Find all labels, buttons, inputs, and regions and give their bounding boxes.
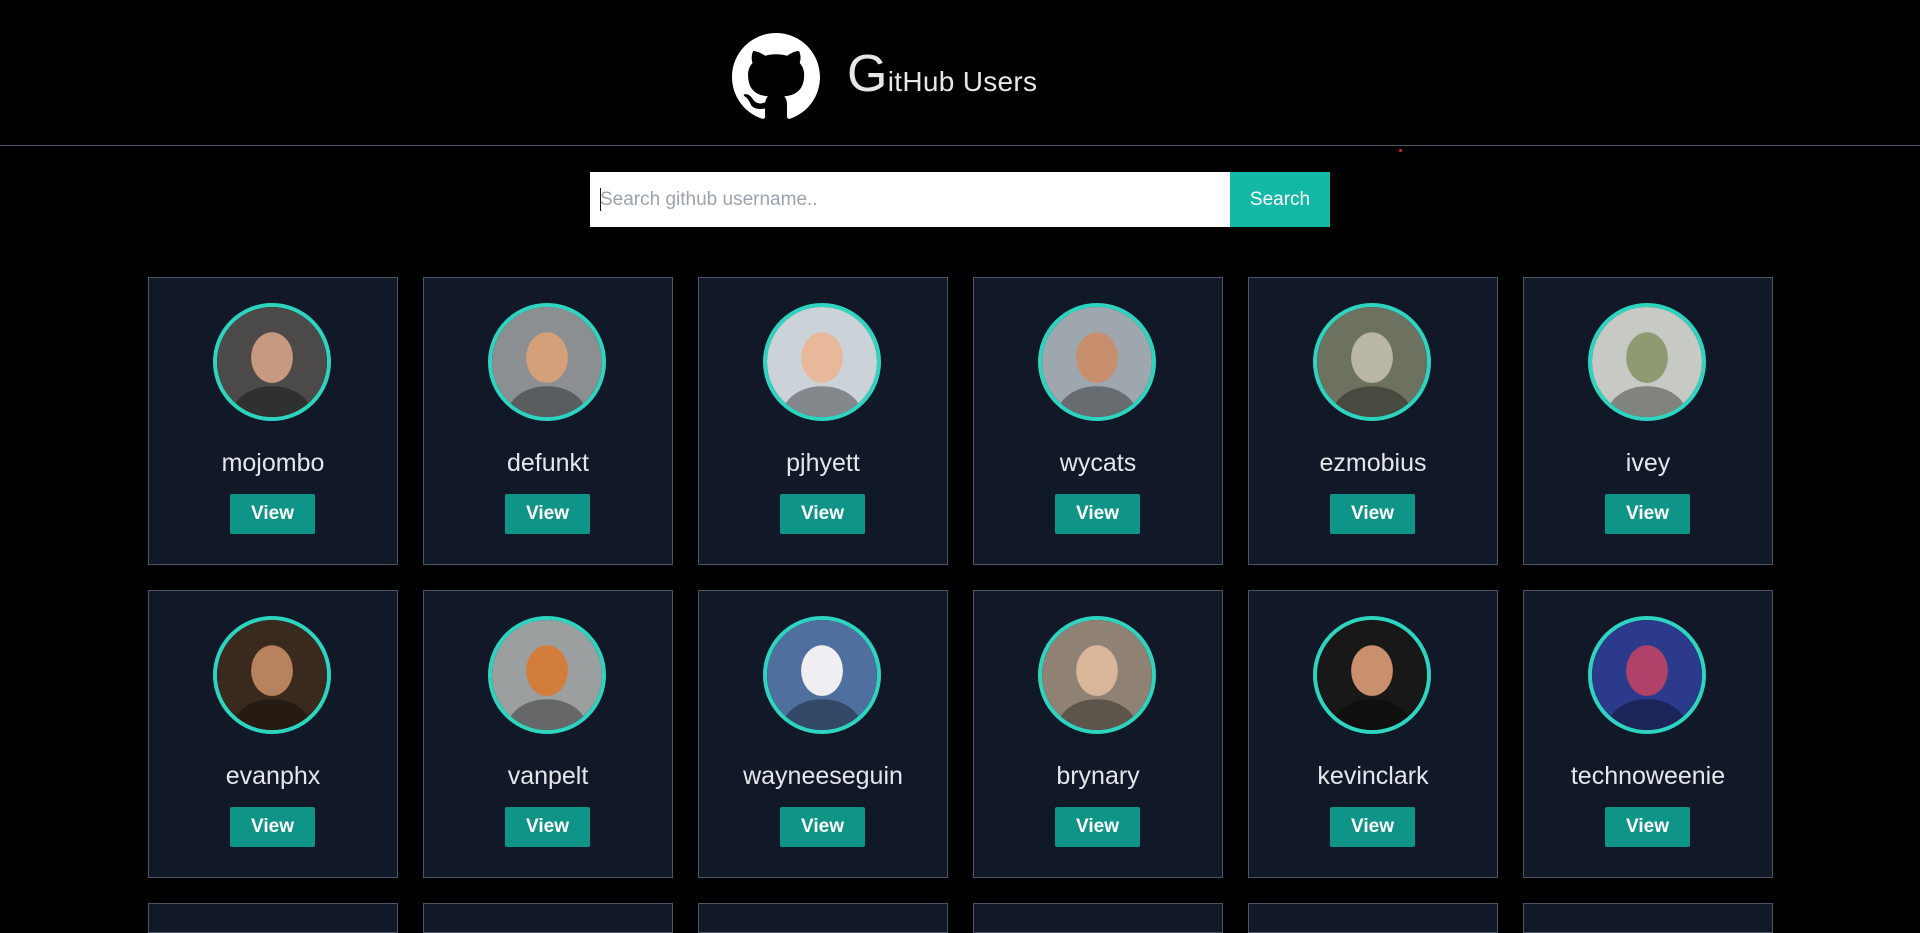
avatar-image <box>767 307 877 417</box>
avatar-image <box>492 307 602 417</box>
user-card-partial <box>973 903 1223 933</box>
avatar[interactable] <box>1313 303 1431 421</box>
username: ivey <box>1625 449 1671 477</box>
username: brynary <box>1056 762 1140 790</box>
view-button[interactable]: View <box>780 494 865 534</box>
user-card-partial <box>1248 903 1498 933</box>
user-card: kevinclark View <box>1248 590 1498 878</box>
avatar[interactable] <box>1313 616 1431 734</box>
user-card: evanphx View <box>148 590 398 878</box>
username: kevinclark <box>1317 762 1429 790</box>
avatar[interactable] <box>213 303 331 421</box>
avatar[interactable] <box>1588 303 1706 421</box>
view-button[interactable]: View <box>1055 494 1140 534</box>
search-button[interactable]: Search <box>1230 172 1330 227</box>
user-grid: mojombo View defunkt View pjhyett View w… <box>148 277 1773 878</box>
user-card: brynary View <box>973 590 1223 878</box>
user-card: defunkt View <box>423 277 673 565</box>
search-bar: Search <box>590 172 1330 227</box>
view-button[interactable]: View <box>1330 494 1415 534</box>
avatar-image <box>217 307 327 417</box>
title-initial: G <box>847 45 888 103</box>
search-input-wrapper <box>590 172 1230 227</box>
username: defunkt <box>506 449 589 477</box>
user-card-partial <box>698 903 948 933</box>
user-card-partial <box>423 903 673 933</box>
avatar-image <box>1317 620 1427 730</box>
user-card-partial <box>1523 903 1773 933</box>
view-button[interactable]: View <box>1055 807 1140 847</box>
avatar-image <box>1592 307 1702 417</box>
decorative-dot <box>1399 149 1402 152</box>
avatar[interactable] <box>488 616 606 734</box>
username: mojombo <box>221 449 325 477</box>
avatar[interactable] <box>763 616 881 734</box>
avatar-image <box>1592 620 1702 730</box>
username: vanpelt <box>507 762 589 790</box>
view-button[interactable]: View <box>505 494 590 534</box>
user-card: mojombo View <box>148 277 398 565</box>
app-title: GitHub Users <box>847 44 1037 104</box>
view-button[interactable]: View <box>505 807 590 847</box>
view-button[interactable]: View <box>1330 807 1415 847</box>
view-button[interactable]: View <box>780 807 865 847</box>
username: technoweenie <box>1570 762 1726 790</box>
username: ezmobius <box>1319 449 1427 477</box>
next-row-cards <box>148 903 1773 933</box>
avatar-image <box>1042 620 1152 730</box>
avatar[interactable] <box>763 303 881 421</box>
avatar[interactable] <box>213 616 331 734</box>
user-card: vanpelt View <box>423 590 673 878</box>
brand[interactable]: GitHub Users <box>732 33 1037 121</box>
avatar-image <box>217 620 327 730</box>
username: evanphx <box>225 762 321 790</box>
avatar[interactable] <box>488 303 606 421</box>
user-card: wayneeseguin View <box>698 590 948 878</box>
username: wycats <box>1059 449 1137 477</box>
avatar[interactable] <box>1038 616 1156 734</box>
header: GitHub Users <box>0 0 1920 146</box>
user-card: technoweenie View <box>1523 590 1773 878</box>
avatar-image <box>492 620 602 730</box>
username: wayneeseguin <box>743 762 903 790</box>
view-button[interactable]: View <box>230 494 315 534</box>
view-button[interactable]: View <box>1605 494 1690 534</box>
avatar[interactable] <box>1038 303 1156 421</box>
user-card-partial <box>148 903 398 933</box>
user-card: ezmobius View <box>1248 277 1498 565</box>
avatar-image <box>767 620 877 730</box>
avatar-image <box>1042 307 1152 417</box>
user-card: pjhyett View <box>698 277 948 565</box>
username: pjhyett <box>786 449 860 477</box>
avatar-image <box>1317 307 1427 417</box>
title-rest: itHub Users <box>887 66 1038 97</box>
view-button[interactable]: View <box>1605 807 1690 847</box>
user-card: ivey View <box>1523 277 1773 565</box>
search-input[interactable] <box>590 172 1230 227</box>
user-card: wycats View <box>973 277 1223 565</box>
github-logo-icon <box>732 33 820 121</box>
view-button[interactable]: View <box>230 807 315 847</box>
text-caret <box>600 188 601 211</box>
avatar[interactable] <box>1588 616 1706 734</box>
